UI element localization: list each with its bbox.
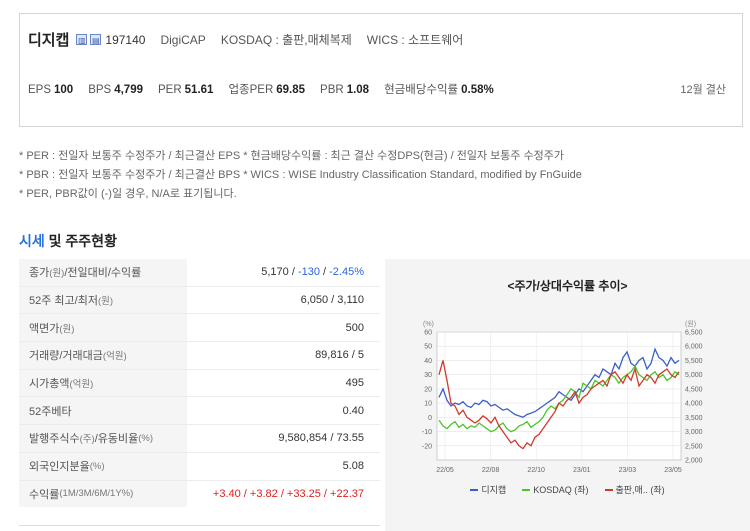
price-change: -130	[297, 266, 320, 279]
y-right-tick: 2,500	[685, 443, 703, 450]
row-value: 89,816 / 5	[315, 349, 364, 362]
y-right-tick: 6,500	[685, 330, 703, 337]
company-name-row: 디지캡 ▥ ▤ 197140 DigiCAP KOSDAQ : 출판,매체복제 …	[28, 29, 463, 50]
legend-item[interactable]: KOSDAQ (좌)	[522, 483, 589, 496]
y-right-tick: 5,000	[685, 372, 703, 379]
table-row: 종가 (원)/전일대비/수익률 5,170 / -130 / -2.45%	[19, 259, 380, 286]
table-row: 액면가 (원) 500	[19, 313, 380, 342]
table-row: 52주 최고/최저 (원) 6,050 / 3,110	[19, 285, 380, 314]
row-label: 종가 (원)/전일대비/수익률	[19, 259, 187, 286]
footnote: * PER, PBR값이 (-)일 경우, N/A로 표기됩니다.	[19, 188, 237, 200]
stat-dividend-yield: 현금배당수익률 0.58%	[384, 84, 494, 96]
table-divider	[19, 525, 380, 526]
chart-legend: 디지캡 KOSDAQ (좌) 출판,매.. (좌)	[385, 483, 750, 496]
y-left-tick: 10	[424, 401, 432, 408]
y-right-tick: 4,000	[685, 401, 703, 408]
wics-classification: WICS : 소프트웨어	[366, 33, 464, 47]
row-label: 시가총액 (억원)	[19, 369, 187, 397]
y-left-tick: 50	[424, 344, 432, 351]
x-tick: 23/03	[619, 467, 637, 474]
x-tick: 23/05	[664, 467, 682, 474]
row-label: 외국인지분율 (%)	[19, 452, 187, 480]
y-right-tick: 2,000	[685, 458, 703, 465]
section-title-rest: 및 주주현황	[44, 233, 117, 249]
y-left-tick: -20	[422, 443, 432, 450]
y-right-tick: 6,000	[685, 344, 703, 351]
company-english-name: DigiCAP	[160, 32, 206, 47]
row-value: 9,580,854 / 73.55	[278, 432, 364, 445]
y-left-tick: 40	[424, 358, 432, 365]
stat-pbr: PBR 1.08	[320, 84, 370, 96]
row-label: 거래량/거래대금 (억원)	[19, 342, 187, 369]
x-tick: 22/10	[527, 467, 545, 474]
stat-eps: EPS 100	[28, 84, 74, 96]
footnotes: * PER : 전일자 보통주 수정주가 / 최근결산 EPS * 현금배당수익…	[19, 147, 582, 204]
fiscal-month: 12월 결산	[680, 84, 726, 96]
y-left-tick: -10	[422, 429, 432, 436]
table-row: 외국인지분율 (%) 5.08	[19, 451, 380, 480]
building-icon[interactable]: ▥	[76, 34, 88, 45]
row-label: 52주 최고/최저 (원)	[19, 286, 187, 314]
row-label: 발행주식수 (주)/유동비율 (%)	[19, 425, 187, 452]
table-row: 거래량/거래대금 (억원) 89,816 / 5	[19, 341, 380, 369]
y-right-tick: 3,000	[685, 429, 703, 436]
row-label: 액면가 (원)	[19, 314, 187, 342]
price-change-pct: -2.45%	[329, 266, 364, 279]
x-tick: 22/05	[436, 467, 454, 474]
stat-per: PER 51.61	[158, 84, 214, 96]
row-value: 5,170 / -130 / -2.45%	[261, 266, 364, 279]
y-right-tick: 5,500	[685, 358, 703, 365]
document-icon[interactable]: ▤	[90, 34, 102, 45]
company-name: 디지캡	[28, 32, 70, 49]
footnote: * PER : 전일자 보통주 수정주가 / 최근결산 EPS * 현금배당수익…	[19, 150, 565, 162]
legend-item[interactable]: 출판,매.. (좌)	[604, 483, 665, 496]
row-value: 500	[345, 321, 364, 334]
stock-code: 197140	[105, 32, 146, 47]
y-left-tick: 30	[424, 372, 432, 379]
section-title: 시세 및 주주현황	[19, 231, 117, 251]
price-chart-panel: <주가/상대수익률 추이> (%) (원) 60 50 40 30 20 10 0 -10 -20 6…	[385, 259, 750, 531]
section-title-highlight: 시세	[19, 233, 45, 249]
y-right-unit: (원)	[685, 319, 696, 328]
x-tick: 23/01	[573, 467, 591, 474]
row-value: 0.40	[342, 404, 364, 417]
row-value: 6,050 / 3,110	[300, 294, 364, 307]
table-row: 시가총액 (억원) 495	[19, 368, 380, 397]
returns-value: +3.40 / +3.82 / +33.25 / +22.37	[212, 487, 364, 500]
price-table: 종가 (원)/전일대비/수익률 5,170 / -130 / -2.45% 52주…	[19, 259, 380, 508]
legend-item[interactable]: 디지캡	[470, 483, 506, 496]
row-label: 52주베타	[19, 397, 187, 425]
stat-industry-per: 업종PER 69.85	[228, 84, 306, 96]
y-left-tick: 60	[424, 330, 432, 337]
y-right-tick: 4,500	[685, 386, 703, 393]
row-value: 495	[345, 377, 364, 390]
market-classification: KOSDAQ : 출판,매체복제	[220, 33, 352, 47]
footnote: * PBR : 전일자 보통주 수정주가 / 최근결산 BPS * WICS :…	[19, 169, 582, 181]
y-left-tick: 20	[424, 386, 432, 393]
row-label: 수익률 (1M/3M/6M/1Y%)	[19, 480, 187, 508]
valuation-stats: EPS 100 BPS 4,799 PER 51.61 업종PER 69.85 PBR 1…	[28, 81, 509, 97]
y-left-unit: (%)	[423, 321, 434, 328]
table-row: 52주베타 0.40	[19, 396, 380, 425]
y-right-tick: 3,500	[685, 415, 703, 422]
table-row: 발행주식수 (주)/유동비율 (%) 9,580,854 / 73.55	[19, 424, 380, 452]
table-row: 수익률 (1M/3M/6M/1Y%) +3.40 / +3.82 / +33.25…	[19, 479, 380, 508]
y-left-tick: 0	[428, 415, 432, 422]
x-tick: 22/08	[482, 467, 500, 474]
row-value: 5.08	[342, 460, 364, 473]
plot-area	[436, 331, 682, 461]
stat-bps: BPS 4,799	[88, 84, 143, 96]
